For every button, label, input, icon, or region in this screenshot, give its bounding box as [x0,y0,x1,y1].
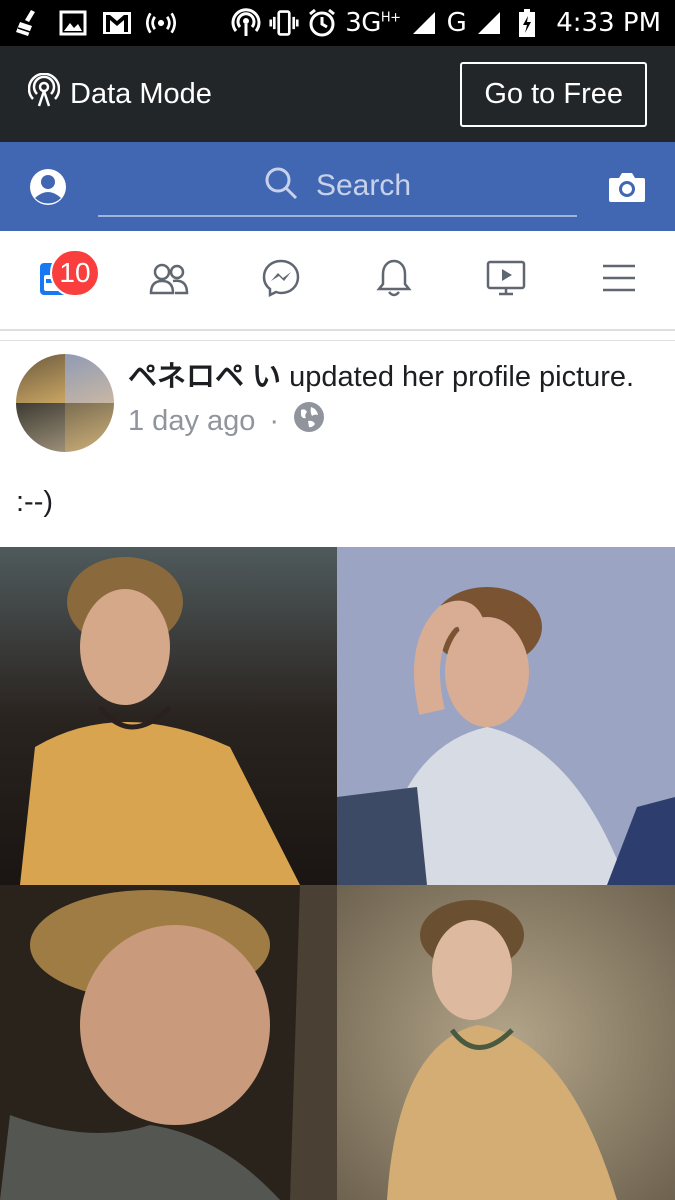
tab-notifications[interactable] [338,231,451,329]
post-timestamp[interactable]: 1 day ago [128,405,255,438]
tab-watch[interactable] [450,231,563,329]
photo-1[interactable] [0,547,337,885]
notification-badge: 10 [50,249,100,297]
search-placeholder: Search [315,168,412,202]
post-title: ペネロペ い updated her profile picture. [128,358,638,397]
image-icon [58,8,88,38]
data-mode-label: Data Mode [70,77,212,110]
vibrate-icon [269,8,299,38]
friends-icon [149,261,189,300]
photo-2[interactable] [337,547,675,885]
tab-news-feed[interactable]: 10 [0,231,113,329]
post-text: :--) [16,486,54,518]
network-type-3g: 3GH+ [345,8,401,38]
data-mode-bar: Data Mode Go to Free [0,46,675,142]
tab-messenger[interactable] [225,231,338,329]
post-subline: 1 day ago · [128,401,638,441]
feed-post: ペネロペ い updated her profile picture. 1 da… [0,342,675,535]
cleaner-broom-icon [14,8,44,38]
photo-4[interactable] [337,885,675,1200]
signal-icon-2 [474,8,504,38]
status-time: 4:33 PM [556,8,661,38]
tab-friends[interactable] [113,231,226,329]
messenger-icon [262,259,300,302]
post-header: ペネロペ い updated her profile picture. 1 da… [0,342,675,452]
app-header: Search [0,142,675,231]
search-icon [264,166,298,205]
photo-3[interactable] [0,885,337,1200]
signal-tower-icon [27,72,61,115]
watch-video-icon [486,259,526,302]
alarm-icon [307,8,337,38]
avatar[interactable] [16,354,114,452]
feed-divider [0,331,675,341]
network-type-g: G [446,8,467,38]
globe-icon [293,401,325,441]
go-to-free-button[interactable]: Go to Free [460,61,647,127]
signal-icon [409,8,439,38]
post-photo-grid[interactable] [0,547,675,1200]
post-action-text: updated her profile picture. [281,361,635,393]
data-mode-indicator[interactable]: Data Mode [27,72,212,115]
post-author-link[interactable]: ペネロペ い [128,361,281,393]
gmail-icon [102,8,132,38]
status-bar: 3GH+ G 4:33 PM [0,0,675,46]
separator-dot: · [269,404,280,437]
search-input[interactable]: Search [98,157,577,217]
profile-icon[interactable] [24,163,72,211]
hotspot-icon [231,8,261,38]
menu-icon [601,263,637,298]
tab-menu[interactable] [563,231,675,329]
broadcast-icon [146,8,176,38]
camera-icon[interactable] [603,163,651,211]
tab-bar: 10 [0,231,675,331]
battery-charging-icon [512,8,542,38]
notifications-bell-icon [376,258,412,303]
